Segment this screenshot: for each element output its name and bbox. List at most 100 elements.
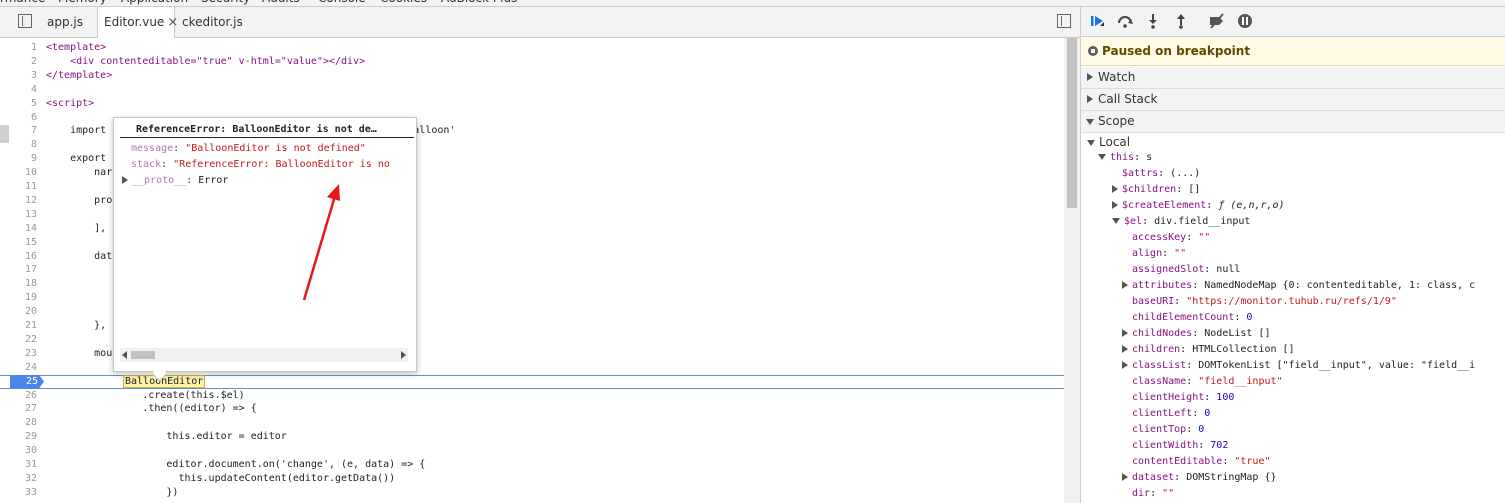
panel-tab[interactable]: Memory bbox=[58, 0, 107, 5]
section-call-stack[interactable]: Call Stack bbox=[1081, 89, 1505, 111]
line-number[interactable]: 17 bbox=[0, 263, 37, 277]
code-line-text: }) bbox=[46, 486, 179, 498]
line-number[interactable]: 33 bbox=[0, 486, 37, 500]
scope-row[interactable]: dataset: DOMStringMap {} bbox=[1122, 470, 1277, 486]
line-number[interactable]: 20 bbox=[0, 305, 37, 319]
line-number[interactable]: 7 bbox=[0, 124, 37, 138]
panel-tab[interactable]: Security bbox=[201, 0, 250, 5]
scope-row[interactable]: $el: div.field__input bbox=[1112, 214, 1250, 230]
scope-row[interactable]: this: s bbox=[1098, 150, 1152, 166]
line-number[interactable]: 28 bbox=[0, 416, 37, 430]
line-number[interactable]: 6 bbox=[0, 111, 37, 125]
scope-row[interactable]: $createElement: ƒ (e,n,r,o) bbox=[1112, 198, 1285, 214]
scope-row[interactable]: $attrs: (...) bbox=[1122, 166, 1200, 182]
scope-row[interactable]: $children: [] bbox=[1112, 182, 1200, 198]
collapsed-triangle-icon[interactable] bbox=[1112, 201, 1118, 209]
line-number[interactable]: 22 bbox=[0, 333, 37, 347]
panel-tab[interactable]: AdBlock Plus bbox=[441, 0, 517, 5]
line-number[interactable]: 26 bbox=[0, 389, 37, 403]
breakpoint-marker[interactable]: 25 bbox=[10, 374, 44, 389]
line-number[interactable]: 1 bbox=[0, 41, 37, 55]
popover-scrollbar-thumb[interactable] bbox=[131, 351, 155, 359]
line-number[interactable]: 30 bbox=[0, 444, 37, 458]
line-number[interactable]: 27 bbox=[0, 402, 37, 416]
line-number[interactable]: 15 bbox=[0, 236, 37, 250]
deactivate-breakpoints-icon[interactable] bbox=[1209, 13, 1225, 29]
line-number[interactable]: 12 bbox=[0, 194, 37, 208]
scrollbar-thumb[interactable] bbox=[1067, 38, 1077, 208]
toggle-navigator-icon[interactable] bbox=[18, 14, 32, 28]
line-number[interactable]: 18 bbox=[0, 277, 37, 291]
section-label: Watch bbox=[1098, 70, 1136, 84]
step-into-icon[interactable] bbox=[1145, 13, 1161, 29]
collapsed-triangle-icon[interactable] bbox=[1112, 185, 1118, 193]
collapsed-triangle-icon[interactable] bbox=[1122, 329, 1128, 337]
line-number[interactable]: 9 bbox=[0, 152, 37, 166]
scope-row[interactable]: assignedSlot: null bbox=[1132, 262, 1240, 278]
line-number[interactable]: 11 bbox=[0, 180, 37, 194]
panel-tab[interactable]: Audits bbox=[262, 0, 300, 5]
scope-local[interactable]: Local bbox=[1087, 134, 1130, 150]
file-tab[interactable]: ckeditor.js bbox=[176, 7, 246, 37]
pause-on-exceptions-icon[interactable] bbox=[1237, 13, 1253, 29]
panel-tab[interactable]: Application bbox=[121, 0, 188, 5]
scroll-right-icon[interactable] bbox=[401, 351, 406, 359]
step-out-icon[interactable] bbox=[1173, 13, 1189, 29]
scope-value: "" bbox=[1198, 232, 1211, 243]
scope-row[interactable]: clientWidth: 702 bbox=[1132, 438, 1228, 454]
toggle-debugger-icon[interactable] bbox=[1057, 14, 1071, 28]
collapsed-triangle-icon[interactable] bbox=[1122, 281, 1128, 289]
scope-row[interactable]: align: "" bbox=[1132, 246, 1186, 262]
expand-triangle-icon[interactable] bbox=[122, 176, 128, 184]
expanded-triangle-icon[interactable] bbox=[1098, 154, 1106, 160]
line-number[interactable]: 23 bbox=[0, 347, 37, 361]
scope-key: $attrs bbox=[1122, 168, 1159, 179]
popover-horizontal-scrollbar[interactable] bbox=[120, 348, 408, 362]
scope-row[interactable]: clientLeft: 0 bbox=[1132, 406, 1210, 422]
expanded-triangle-icon[interactable] bbox=[1112, 218, 1120, 224]
line-number[interactable]: 8 bbox=[0, 138, 37, 152]
line-number[interactable]: 14 bbox=[0, 222, 37, 236]
scope-row[interactable]: classList: DOMTokenList ["field__input",… bbox=[1122, 358, 1475, 374]
panel-tab[interactable]: Console bbox=[318, 0, 366, 5]
scope-row[interactable]: childNodes: NodeList [] bbox=[1122, 326, 1271, 342]
line-number[interactable]: 5 bbox=[0, 97, 37, 111]
line-number[interactable]: 24 bbox=[0, 361, 37, 375]
scope-row[interactable]: accessKey: "" bbox=[1132, 230, 1210, 246]
line-number[interactable]: 21 bbox=[0, 319, 37, 333]
line-number[interactable]: 32 bbox=[0, 472, 37, 486]
panel-tab[interactable]: Cookies bbox=[380, 0, 427, 5]
line-number[interactable]: 2 bbox=[0, 55, 37, 69]
file-tab[interactable]: Editor.vue × bbox=[97, 7, 178, 38]
line-number[interactable]: 3 bbox=[0, 69, 37, 83]
panel-tab[interactable]: rmance bbox=[0, 0, 45, 5]
scope-row[interactable]: className: "field__input" bbox=[1132, 374, 1283, 390]
scope-row[interactable]: clientHeight: 100 bbox=[1132, 390, 1234, 406]
scope-row[interactable]: attributes: NamedNodeMap {0: contentedit… bbox=[1122, 278, 1475, 294]
file-tab[interactable]: app.js bbox=[41, 7, 97, 37]
section-scope[interactable]: Scope bbox=[1081, 111, 1505, 133]
scope-row[interactable]: childElementCount: 0 bbox=[1132, 310, 1252, 326]
collapsed-triangle-icon[interactable] bbox=[1122, 473, 1128, 481]
collapsed-triangle-icon[interactable] bbox=[1122, 345, 1128, 353]
line-number[interactable]: 4 bbox=[0, 83, 37, 97]
section-watch[interactable]: Watch bbox=[1081, 67, 1505, 89]
scope-row[interactable]: baseURI: "https://monitor.tuhub.ru/refs/… bbox=[1132, 294, 1397, 310]
scope-row[interactable]: children: HTMLCollection [] bbox=[1122, 342, 1295, 358]
editor-scrollbar[interactable] bbox=[1064, 38, 1080, 503]
line-number[interactable]: 16 bbox=[0, 250, 37, 264]
line-number[interactable]: 19 bbox=[0, 291, 37, 305]
resume-icon[interactable] bbox=[1089, 13, 1105, 29]
line-number[interactable]: 31 bbox=[0, 458, 37, 472]
line-number[interactable]: 10 bbox=[0, 166, 37, 180]
popover-property[interactable]: __proto__: Error bbox=[122, 175, 402, 186]
scope-row[interactable]: clientTop: 0 bbox=[1132, 422, 1204, 438]
collapsed-triangle-icon[interactable] bbox=[1122, 361, 1128, 369]
scroll-left-icon[interactable] bbox=[122, 351, 127, 359]
step-over-icon[interactable] bbox=[1117, 13, 1133, 29]
scope-row[interactable]: dir: "" bbox=[1132, 486, 1174, 502]
scope-colon: : bbox=[1222, 456, 1235, 467]
line-number[interactable]: 13 bbox=[0, 208, 37, 222]
scope-row[interactable]: contentEditable: "true" bbox=[1132, 454, 1270, 470]
line-number[interactable]: 29 bbox=[0, 430, 37, 444]
